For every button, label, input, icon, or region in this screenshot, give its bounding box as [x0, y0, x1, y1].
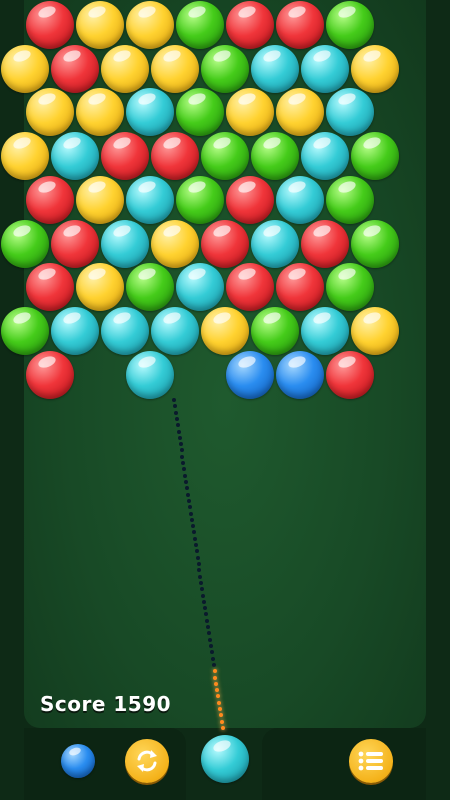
aim-dot [195, 555, 200, 560]
bubble-yellow [151, 44, 199, 93]
bubble-cyan [101, 219, 149, 268]
bubble-red [201, 219, 249, 268]
bubble-red [276, 1, 324, 49]
bubble-red [51, 44, 99, 93]
bubble-yellow [126, 1, 174, 49]
bubble-red [276, 263, 324, 312]
bubble-green [326, 175, 374, 224]
bubble-green [326, 1, 374, 49]
list-menu-icon [358, 751, 383, 771]
menu-button[interactable] [349, 739, 393, 783]
aim-dot [221, 726, 225, 730]
aim-dot [177, 435, 182, 440]
bubble-red [226, 263, 274, 312]
bubble-red [26, 350, 74, 399]
bubble-cyan [301, 132, 349, 181]
bottom-right-panel [262, 728, 426, 800]
bubble-cyan [151, 306, 199, 355]
aim-dot [190, 524, 195, 529]
score-label: Score 1590 [40, 692, 172, 716]
bubble-yellow [101, 44, 149, 93]
aim-dot [220, 719, 225, 724]
bubble-red [51, 219, 99, 268]
next-bubble [61, 744, 95, 778]
bubble-cyan [176, 263, 224, 312]
aim-dot [196, 562, 201, 566]
bubble-yellow [351, 306, 399, 355]
swap-bubble-button[interactable] [125, 739, 169, 783]
bubble-green [251, 306, 299, 355]
aim-dot [174, 416, 179, 421]
aim-dot [201, 593, 206, 598]
bubble-cyan [101, 306, 149, 355]
bubble-red [226, 1, 274, 49]
aim-dot [205, 625, 210, 630]
bubble-cyan [301, 306, 349, 355]
bubble-green [176, 1, 224, 49]
bubble-cyan [51, 132, 99, 181]
bubble-cyan [251, 44, 299, 93]
aim-dot [186, 492, 191, 497]
bubble-cyan [251, 219, 299, 268]
bubble-yellow [76, 1, 124, 49]
bubble-red [26, 175, 74, 224]
bubble-cyan [276, 175, 324, 224]
bubble-red [151, 132, 199, 181]
bubble-green [201, 132, 249, 181]
bubble-cyan [51, 306, 99, 355]
bubble-green [1, 306, 49, 355]
aim-dot [178, 442, 183, 447]
bubble-red [301, 219, 349, 268]
aim-dot [211, 662, 216, 667]
aim-dot [187, 498, 192, 503]
bubble-red [26, 1, 74, 49]
bubble-red [226, 175, 274, 224]
bubble-red [26, 263, 74, 312]
bubble-yellow [351, 44, 399, 93]
aim-dot [212, 669, 217, 674]
bubble-red [101, 132, 149, 181]
aim-dot [202, 599, 207, 604]
bubble-yellow [201, 306, 249, 355]
bubble-cyan [301, 44, 349, 93]
shooter-bubble[interactable] [201, 735, 249, 783]
bubble-blue [276, 350, 324, 399]
bubble-green [1, 219, 49, 268]
bubble-cyan [126, 350, 174, 399]
swap-icon [137, 750, 157, 772]
aim-dot [207, 637, 212, 642]
aim-dot [204, 618, 209, 623]
aim-dot [208, 644, 213, 648]
aim-dot [173, 410, 178, 415]
aim-dot [188, 511, 193, 516]
aim-dot [175, 423, 180, 428]
aim-dot [172, 398, 176, 402]
bubble-green [351, 219, 399, 268]
aim-dot [189, 517, 194, 522]
bubble-red [326, 350, 374, 399]
bubble-green [126, 263, 174, 312]
bubble-yellow [1, 132, 49, 181]
bubble-blue [226, 350, 274, 399]
aim-dot [217, 700, 222, 705]
aim-dot [193, 543, 198, 548]
bubble-green [176, 175, 224, 224]
bubble-cyan [126, 175, 174, 224]
aim-dot [176, 429, 181, 434]
bubble-yellow [76, 263, 124, 312]
aim-dot [210, 656, 215, 661]
bubble-yellow [151, 219, 199, 268]
bubble-green [251, 132, 299, 181]
bubble-yellow [76, 175, 124, 224]
bubble-green [351, 132, 399, 181]
bubble-green [201, 44, 249, 93]
aim-dot [192, 536, 197, 541]
bubble-yellow [1, 44, 49, 93]
bubble-green [326, 263, 374, 312]
